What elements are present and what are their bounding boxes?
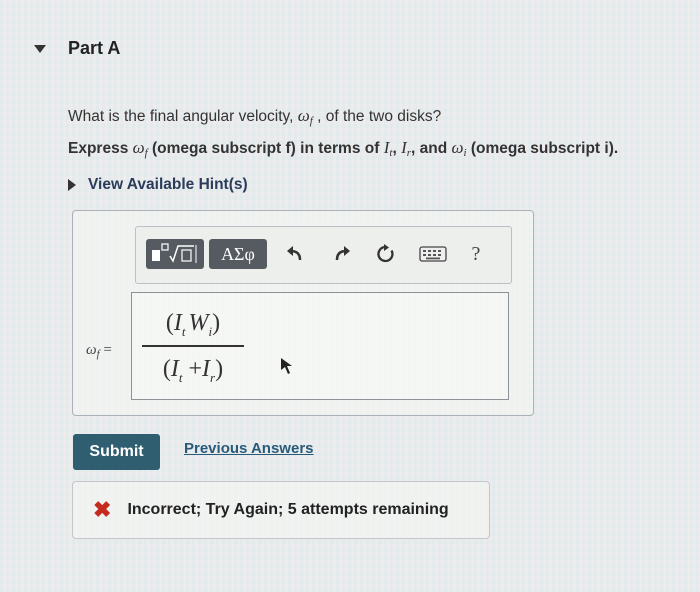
num-close-paren: ) [212, 310, 221, 336]
question-text-before: What is the final angular velocity, [68, 108, 298, 125]
expand-caret-icon[interactable] [68, 179, 76, 191]
instruction-text: Express ωf (omega subscript f) in terms … [68, 138, 618, 159]
previous-answers-link[interactable]: Previous Answers [184, 440, 314, 457]
answer-lhs: ωf = [86, 342, 112, 360]
incorrect-x-icon: ✖ [93, 497, 112, 522]
reset-icon [377, 244, 394, 263]
instruction-express: Express [68, 140, 133, 157]
omega-letter: ω [297, 106, 310, 125]
help-button[interactable]: ? [462, 239, 490, 269]
num-I-subscript: t [181, 324, 186, 339]
feedback-box: ✖ Incorrect; Try Again; 5 attempts remai… [72, 481, 490, 539]
submit-button[interactable]: Submit [73, 434, 160, 470]
keyboard-icon [419, 246, 447, 262]
instruction-and: , and [411, 140, 452, 157]
lhs-omega: ω [86, 342, 97, 358]
templates-button[interactable] [146, 239, 204, 269]
undo-icon [287, 246, 302, 261]
redo-button[interactable] [328, 239, 356, 269]
num-W: W [188, 310, 209, 336]
omega-letter: ω [132, 138, 145, 157]
omega-letter: ω [451, 138, 464, 157]
question-text-after: , of the two disks? [312, 108, 442, 125]
templates-icon [152, 243, 197, 263]
keyboard-button[interactable] [418, 239, 448, 269]
num-I: I [173, 310, 182, 336]
redo-icon [335, 246, 350, 261]
den-I2: I [202, 355, 211, 382]
I-r-symbol: Ir [401, 138, 411, 159]
undo-button[interactable] [281, 239, 309, 269]
instruction-tail: (omega subscript i). [466, 140, 619, 157]
den-close-paren: ) [215, 355, 224, 382]
answer-input[interactable]: (It Wi) (It +Ir) [131, 292, 509, 400]
symbols-button[interactable]: ΑΣφ [209, 239, 267, 269]
instruction-comma: , [392, 140, 402, 157]
part-header[interactable]: Part A [34, 38, 120, 59]
instruction-mid: (omega subscript f) in terms of [147, 140, 384, 157]
part-title: Part A [68, 38, 121, 58]
math-toolbar: ΑΣφ ? [135, 226, 512, 284]
view-hints-toggle[interactable]: View Available Hint(s) [68, 176, 248, 194]
answer-fraction: (It Wi) (It +Ir) [142, 301, 244, 391]
lhs-equals: = [99, 342, 112, 358]
fraction-numerator: (It Wi) [142, 301, 244, 345]
den-I1: I [170, 355, 179, 382]
fraction-denominator: (It +Ir) [142, 347, 244, 391]
view-hints-label[interactable]: View Available Hint(s) [88, 176, 248, 194]
question-text: What is the final angular velocity, ωf ,… [68, 106, 441, 127]
den-open-paren: ( [162, 355, 171, 382]
omega-symbol: ωf [297, 106, 313, 127]
reset-button[interactable] [372, 239, 400, 269]
den-plus: + [182, 355, 203, 382]
feedback-message: Incorrect; Try Again; 5 attempts remaini… [127, 501, 449, 518]
num-open-paren: ( [165, 310, 174, 336]
mouse-cursor-icon [281, 358, 292, 374]
omega-f-symbol: ωf [132, 138, 148, 159]
omega-i-symbol: ωi [451, 138, 467, 159]
collapse-caret-icon[interactable] [34, 44, 46, 53]
